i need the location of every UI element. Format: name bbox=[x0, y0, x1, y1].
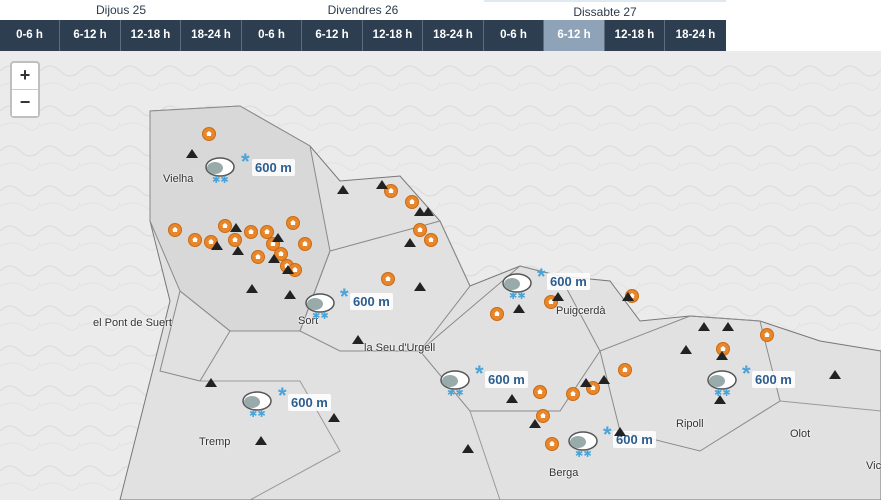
town-vielha: Vielha bbox=[163, 173, 194, 185]
refuge-icon[interactable] bbox=[490, 307, 504, 321]
slot-7[interactable]: 18-24 h bbox=[423, 20, 484, 51]
snow-level-label: 600 m bbox=[752, 371, 795, 388]
refuge-icon[interactable] bbox=[251, 250, 265, 264]
refuge-icon[interactable] bbox=[716, 342, 730, 356]
slot-9[interactable]: 6-12 h bbox=[544, 20, 605, 51]
svg-text:✱✱: ✱✱ bbox=[447, 388, 464, 399]
snow-level-label: 600 m bbox=[350, 293, 393, 310]
town-ripoll: Ripoll bbox=[676, 418, 704, 430]
day-label-0: Dijous 25 bbox=[95, 3, 147, 17]
refuge-icon[interactable] bbox=[381, 272, 395, 286]
svg-text:✱✱: ✱✱ bbox=[249, 409, 266, 420]
refuge-icon[interactable] bbox=[405, 195, 419, 209]
slot-6[interactable]: 12-18 h bbox=[363, 20, 423, 51]
slot-1[interactable]: 6-12 h bbox=[60, 20, 121, 51]
refuge-icon[interactable] bbox=[188, 233, 202, 247]
slot-4[interactable]: 0-6 h bbox=[242, 20, 302, 51]
snow-cloud-icon: ✱✱ bbox=[205, 157, 235, 186]
town-vic: Vic bbox=[866, 460, 881, 472]
town-tremp: Tremp bbox=[199, 436, 231, 448]
refuge-icon[interactable] bbox=[288, 263, 302, 277]
snow-cloud-icon: ✱✱ bbox=[440, 370, 470, 399]
refuge-icon[interactable] bbox=[204, 235, 218, 249]
refuge-icon[interactable] bbox=[618, 363, 632, 377]
slot-3[interactable]: 18-24 h bbox=[181, 20, 242, 51]
town-puigcerda: Puigcerdà bbox=[556, 305, 606, 317]
snow-cloud-icon: ✱✱ bbox=[305, 293, 335, 322]
refuge-icon[interactable] bbox=[566, 387, 580, 401]
refuge-icon[interactable] bbox=[228, 233, 242, 247]
refuge-icon[interactable] bbox=[286, 216, 300, 230]
snow-level-label: 600 m bbox=[547, 273, 590, 290]
refuge-icon[interactable] bbox=[202, 127, 216, 141]
refuge-icon[interactable] bbox=[384, 184, 398, 198]
snow-cloud-icon: ✱✱ bbox=[502, 273, 532, 302]
snow-level-label: 600 m bbox=[252, 159, 295, 176]
snow-cloud-icon: ✱✱ bbox=[707, 370, 737, 399]
snow-star-icon: * bbox=[475, 361, 484, 386]
town-berga: Berga bbox=[549, 467, 579, 479]
slot-10[interactable]: 12-18 h bbox=[605, 20, 665, 51]
snow-level-label: 600 m bbox=[288, 394, 331, 411]
slot-0[interactable]: 0-6 h bbox=[0, 20, 60, 51]
refuge-icon[interactable] bbox=[536, 409, 550, 423]
snow-star-icon: * bbox=[537, 264, 546, 289]
refuge-icon[interactable] bbox=[298, 237, 312, 251]
snow-star-icon: * bbox=[340, 284, 349, 309]
refuge-icon[interactable] bbox=[244, 225, 258, 239]
svg-text:✱✱: ✱✱ bbox=[714, 388, 731, 399]
slot-5[interactable]: 6-12 h bbox=[302, 20, 363, 51]
time-slot-bar: 0-6 h 6-12 h 12-18 h 18-24 h 0-6 h 6-12 … bbox=[0, 20, 726, 51]
snow-star-icon: * bbox=[603, 422, 612, 447]
snow-cloud-icon: ✱✱ bbox=[568, 431, 598, 460]
refuge-icon[interactable] bbox=[218, 219, 232, 233]
snow-level-label: 600 m bbox=[613, 431, 656, 448]
zoom-out-button[interactable]: − bbox=[12, 90, 38, 116]
refuge-icon[interactable] bbox=[760, 328, 774, 342]
refuge-icon[interactable] bbox=[586, 381, 600, 395]
svg-text:✱✱: ✱✱ bbox=[575, 449, 592, 460]
snow-star-icon: * bbox=[278, 383, 287, 408]
refuge-icon[interactable] bbox=[545, 437, 559, 451]
svg-text:✱✱: ✱✱ bbox=[312, 311, 329, 322]
snow-level-label: 600 m bbox=[485, 371, 528, 388]
day-header: Dijous 25 Divendres 26 Dissabte 27 bbox=[0, 0, 726, 22]
snow-star-icon: * bbox=[241, 149, 250, 174]
town-seu-urgell: la Seu d'Urgell bbox=[364, 342, 436, 354]
zoom-in-button[interactable]: + bbox=[12, 63, 38, 90]
svg-text:✱✱: ✱✱ bbox=[509, 291, 526, 302]
refuge-icon[interactable] bbox=[625, 289, 639, 303]
refuge-icon[interactable] bbox=[544, 295, 558, 309]
snow-star-icon: * bbox=[742, 361, 751, 386]
slot-8[interactable]: 0-6 h bbox=[484, 20, 544, 51]
zoom-control: + − bbox=[10, 61, 40, 118]
svg-text:✱✱: ✱✱ bbox=[212, 175, 229, 186]
slot-2[interactable]: 12-18 h bbox=[121, 20, 181, 51]
snow-cloud-icon: ✱✱ bbox=[242, 391, 272, 420]
slot-11[interactable]: 18-24 h bbox=[665, 20, 726, 51]
map-canvas[interactable]: + − Vielha el Pont de Suert Sort la Seu … bbox=[0, 51, 881, 500]
terrain-layer bbox=[0, 51, 881, 500]
refuge-icon[interactable] bbox=[533, 385, 547, 399]
refuge-icon[interactable] bbox=[424, 233, 438, 247]
town-pont-de-suert: el Pont de Suert bbox=[93, 317, 172, 329]
day-label-2: Dissabte 27 bbox=[484, 0, 726, 22]
town-olot: Olot bbox=[790, 428, 811, 440]
day-label-1: Divendres 26 bbox=[327, 3, 399, 17]
refuge-icon[interactable] bbox=[168, 223, 182, 237]
